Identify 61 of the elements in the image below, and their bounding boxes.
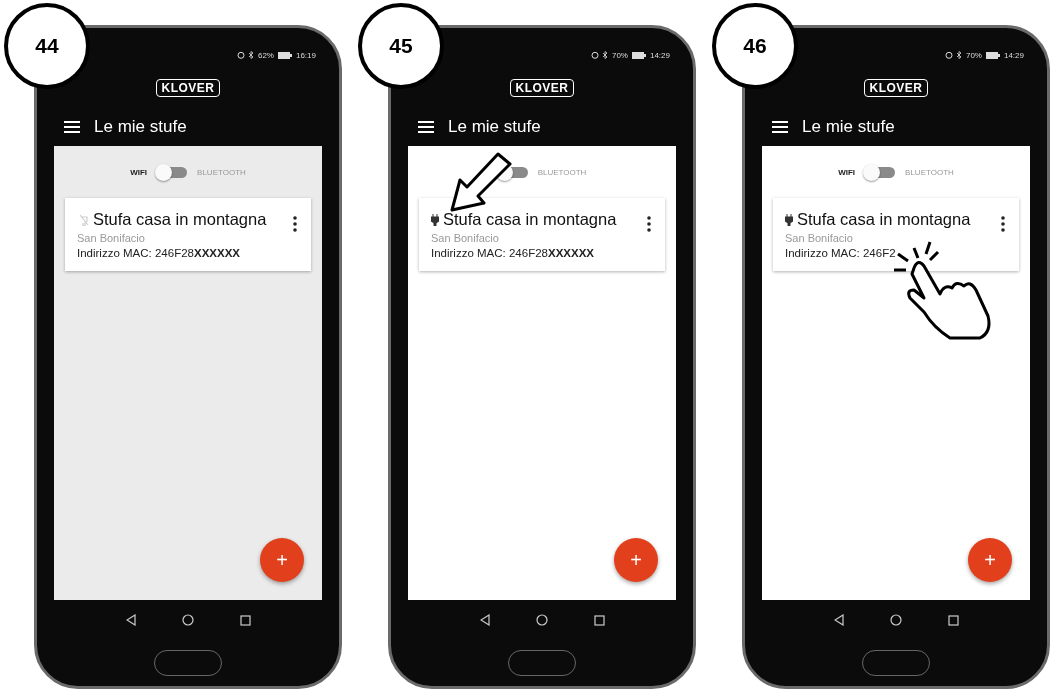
alarm-icon: [590, 51, 599, 59]
back-icon[interactable]: [479, 614, 490, 626]
mac-address: Indirizzo MAC: 246F2: [785, 247, 897, 259]
wifi-label: WIFI: [130, 167, 148, 177]
mac-address: Indirizzo MAC: 246F28XXXXXX: [431, 247, 595, 259]
battery-percent: 62%: [257, 50, 274, 60]
more-options-icon[interactable]: [293, 216, 297, 232]
bluetooth-icon: [602, 51, 608, 59]
screen-title: Le mie stufe: [94, 117, 187, 137]
bluetooth-label: BLUETOOTH: [537, 167, 587, 177]
step-number: 45: [389, 34, 413, 58]
bluetooth-icon: [956, 51, 962, 59]
brand-logo: KLOVER: [864, 78, 928, 97]
bluetooth-icon: [248, 51, 254, 59]
battery-percent: 70%: [965, 50, 982, 60]
mac-address: Indirizzo MAC: 246F28XXXXXX: [77, 247, 241, 259]
bluetooth-label: BLUETOOTH: [905, 167, 954, 177]
mode-switch[interactable]: [865, 166, 896, 178]
battery-icon: [985, 51, 1000, 59]
stove-card[interactable]: Stufa casa in montagna San Bonifacio Indirizzo MAC: 246F28XXXXXX: [65, 198, 311, 271]
battery-icon: [631, 51, 646, 59]
brand-logo: KLOVER: [510, 78, 574, 97]
add-button[interactable]: +: [614, 538, 658, 582]
add-button[interactable]: +: [968, 538, 1012, 582]
alarm-icon: [944, 51, 953, 59]
more-options-icon[interactable]: [647, 216, 651, 232]
clock-time: 16:19: [295, 50, 316, 60]
mode-switch[interactable]: [157, 166, 188, 178]
home-icon[interactable]: [535, 614, 548, 626]
recents-icon[interactable]: [239, 614, 251, 626]
battery-icon: [277, 51, 292, 59]
screen-title: Le mie stufe: [802, 117, 895, 137]
back-icon[interactable]: [833, 614, 844, 626]
more-options-icon[interactable]: [1001, 216, 1005, 232]
add-button[interactable]: +: [260, 538, 304, 582]
stove-location: San Bonifacio: [431, 232, 500, 244]
step-number: 44: [35, 34, 59, 58]
brand-logo: KLOVER: [156, 78, 220, 97]
menu-icon[interactable]: [418, 121, 434, 133]
stove-name: Stufa casa in montagna: [443, 210, 617, 229]
recents-icon[interactable]: [593, 614, 605, 626]
back-icon[interactable]: [125, 614, 136, 626]
screen-title: Le mie stufe: [448, 117, 541, 137]
recents-icon[interactable]: [947, 614, 959, 626]
wifi-label: WIFI: [838, 167, 856, 177]
home-icon[interactable]: [889, 614, 902, 626]
alarm-icon: [236, 51, 245, 59]
step-number: 46: [743, 34, 767, 58]
stove-location: San Bonifacio: [77, 232, 146, 244]
menu-icon[interactable]: [64, 121, 80, 133]
battery-percent: 70%: [611, 50, 628, 60]
stove-location: San Bonifacio: [785, 232, 854, 244]
stove-card[interactable]: Stufa casa in montagna San Bonifacio Indirizzo MAC: 246F28XXXXXX: [419, 198, 665, 271]
clock-time: 14:29: [649, 50, 670, 60]
stove-card[interactable]: Stufa casa in montagna San Bonifacio Indirizzo MAC: 246F2: [773, 198, 1019, 271]
stove-name: Stufa casa in montagna: [93, 210, 267, 229]
clock-time: 14:29: [1003, 50, 1024, 60]
home-icon[interactable]: [181, 614, 194, 626]
menu-icon[interactable]: [772, 121, 788, 133]
bluetooth-label: BLUETOOTH: [197, 167, 246, 177]
stove-name: Stufa casa in montagna: [797, 210, 971, 229]
